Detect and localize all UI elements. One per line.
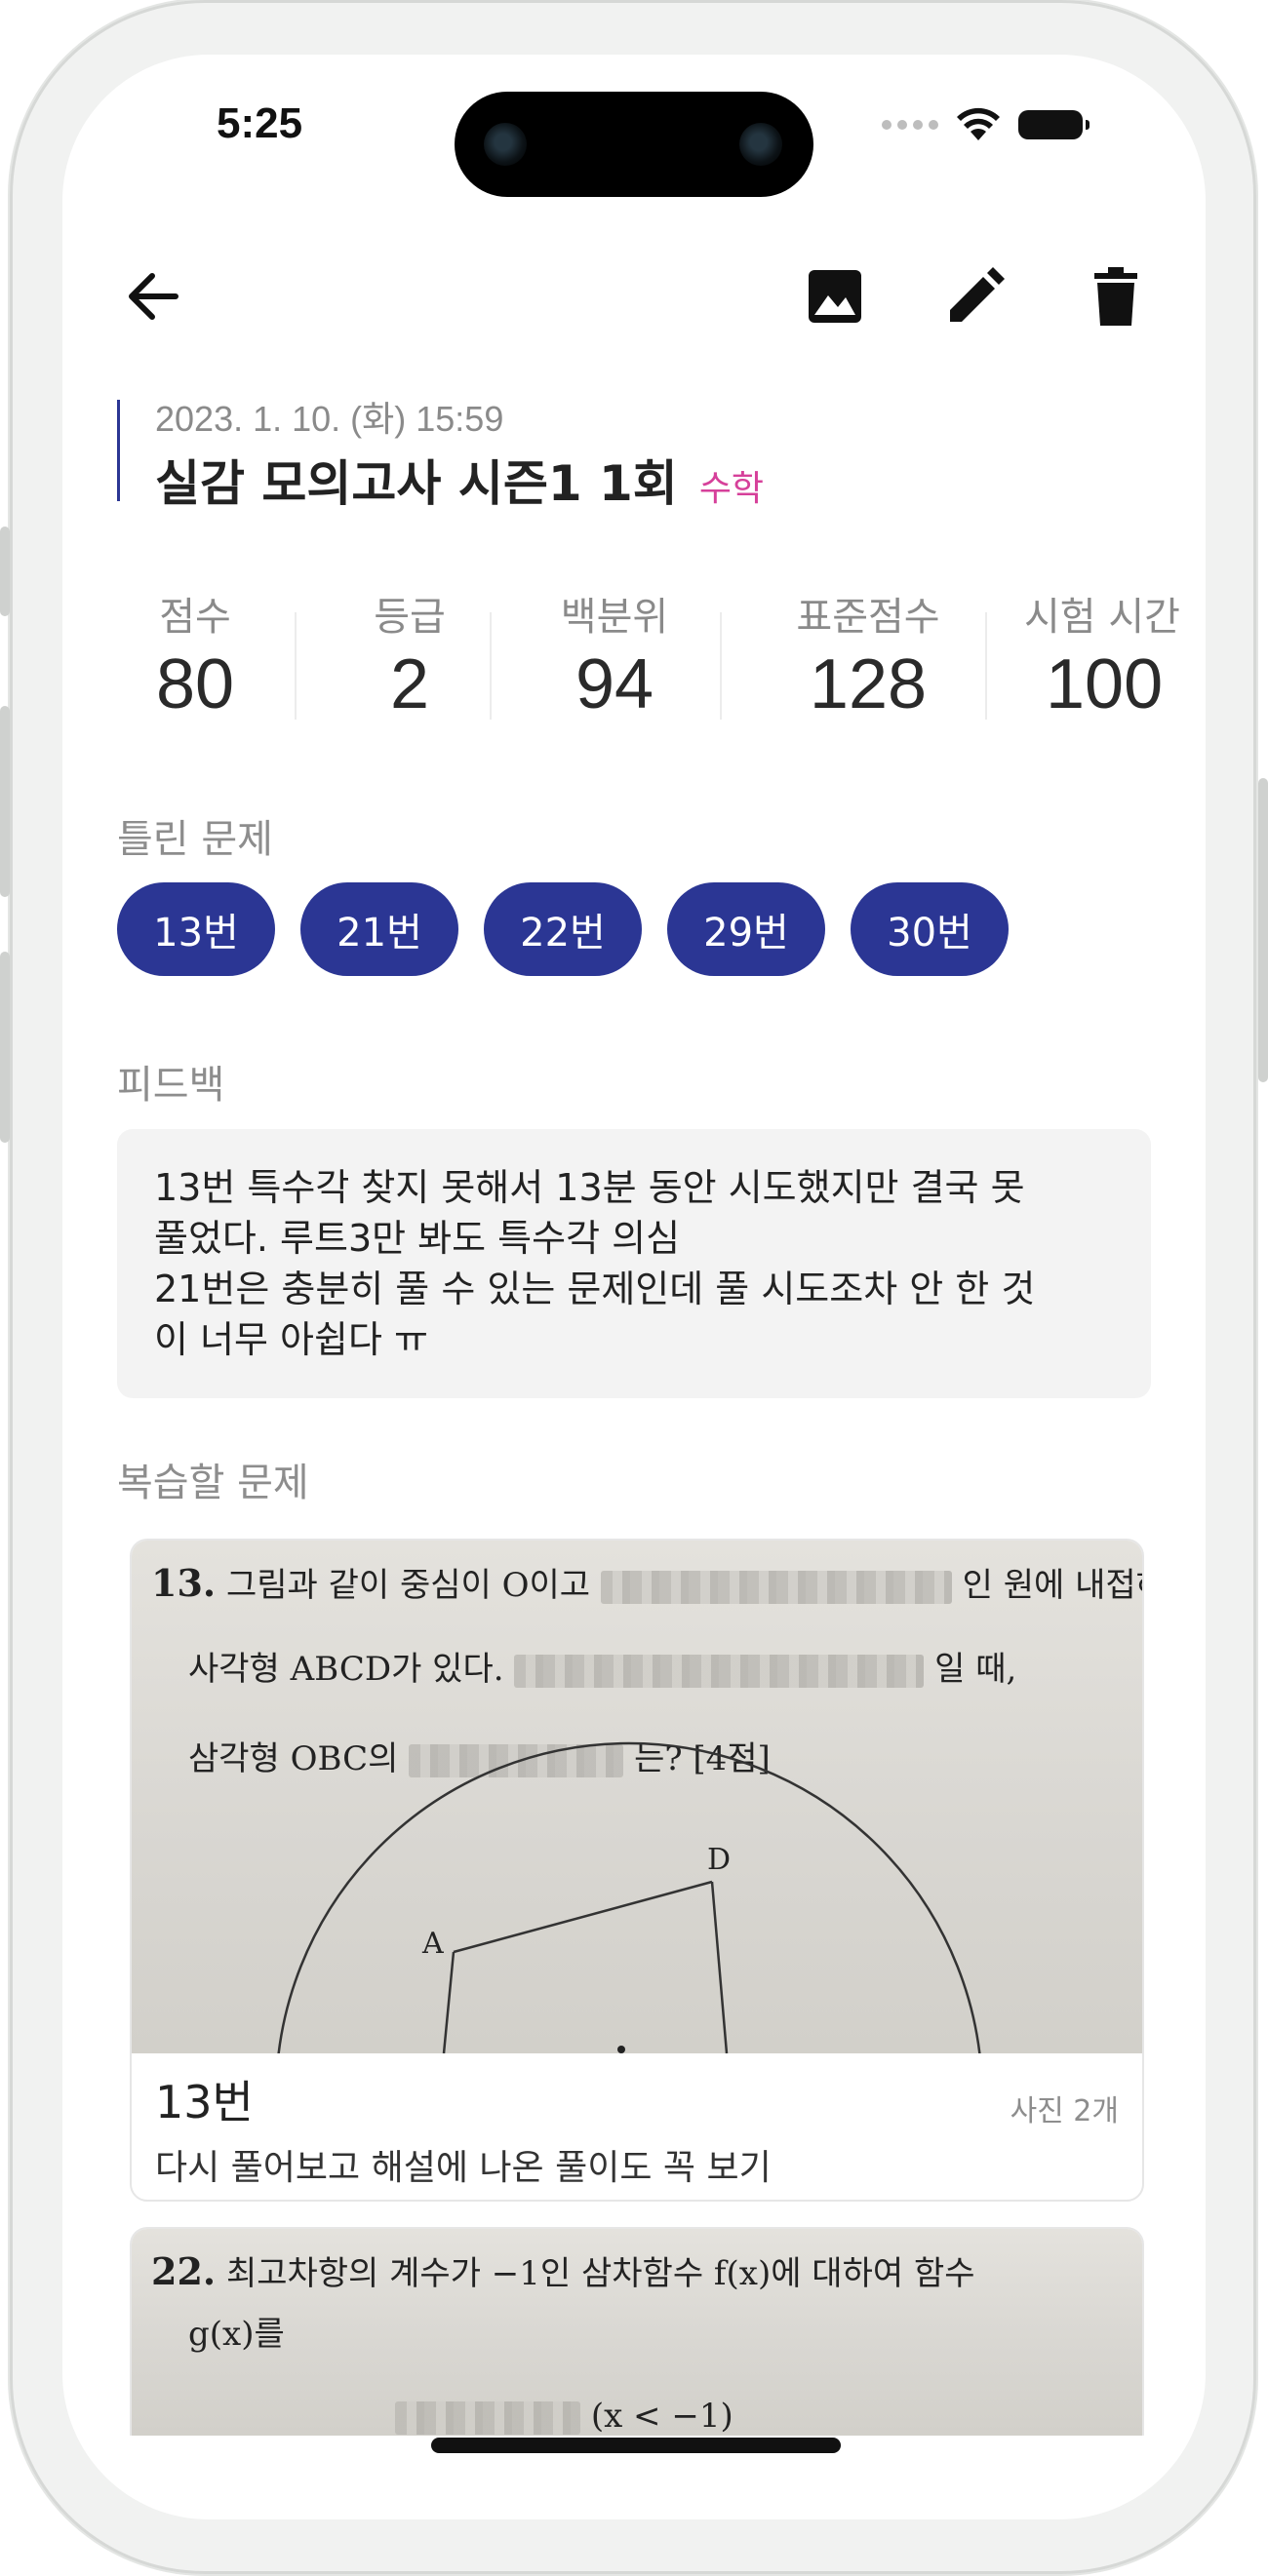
divider	[490, 612, 492, 720]
image-icon	[809, 270, 861, 323]
status-time: 5:25	[217, 99, 303, 147]
review-problems-label: 복습할 문제	[117, 1461, 309, 1505]
feedback-line: 이 너무 아쉽다 ㅠ	[154, 1318, 428, 1361]
stat-percentile: 백분위 94	[507, 585, 722, 723]
side-button-power	[1258, 778, 1268, 1082]
card-problem-number: 13번	[155, 2076, 254, 2128]
wrong-problem-chip[interactable]: 13번	[117, 882, 275, 976]
exam-title: 실감 모의고사 시즌1 1회	[155, 455, 678, 512]
status-indicators	[882, 105, 1090, 144]
stat-label: 등급	[374, 595, 446, 640]
stat-label: 점수	[159, 595, 231, 640]
problem-photo[interactable]: 22. 최고차항의 계수가 −1인 삼차함수 f(x)에 대하여 함수 g(x)…	[132, 2229, 1142, 2436]
side-button-volume-down	[0, 952, 10, 1143]
divider	[985, 612, 987, 720]
pencil-icon	[950, 267, 1005, 322]
side-button-volume-up	[0, 706, 10, 897]
stat-label: 백분위	[560, 595, 669, 640]
stat-score: 점수 80	[117, 585, 273, 723]
photo-button[interactable]	[798, 259, 872, 333]
question-number: 22.	[151, 2249, 217, 2293]
wrong-problem-chip[interactable]: 22번	[484, 882, 642, 976]
card-photo-count: 사진 2개	[1010, 2094, 1119, 2128]
wifi-icon	[957, 107, 1000, 140]
problem-photo[interactable]: 13. 그림과 같이 중심이 O이고 인 원에 내접하는 사각형 ABCD가 있…	[132, 1541, 1142, 2053]
camera-icon	[484, 123, 527, 166]
review-card[interactable]: 22. 최고차항의 계수가 −1인 삼차함수 f(x)에 대하여 함수 g(x)…	[130, 2227, 1144, 2436]
wrong-problem-chip[interactable]: 21번	[300, 882, 458, 976]
feedback-line: 풀었다. 루트3만 봐도 특수각 의심	[154, 1217, 681, 1260]
back-button[interactable]	[115, 259, 189, 333]
review-card[interactable]: 13. 그림과 같이 중심이 O이고 인 원에 내접하는 사각형 ABCD가 있…	[130, 1539, 1144, 2202]
stat-standard-score: 표준점수 128	[741, 585, 995, 723]
wrong-problem-chip[interactable]: 30번	[851, 882, 1009, 976]
photo-text: (x < −1)	[590, 2397, 733, 2436]
stat-value: 94	[575, 645, 654, 723]
divider	[295, 612, 297, 720]
signal-icon	[882, 120, 938, 130]
battery-icon	[1018, 110, 1090, 139]
stat-grade: 등급 2	[312, 585, 507, 723]
photo-text: 최고차항의 계수가 −1인 삼차함수 f(x)에 대하여 함수	[225, 2254, 975, 2293]
score-stats: 점수 80 등급 2 백분위 94 표준점수 128 시험 시간 100	[117, 585, 1205, 731]
feedback-line: 13번 특수각 찾지 못해서 13분 동안 시도했지만 결국 못	[154, 1166, 1025, 1209]
feedback-label: 피드백	[117, 1063, 225, 1108]
point-label-d: D	[707, 1843, 732, 1877]
wrong-problem-chips: 13번 21번 22번 29번 30번	[117, 882, 1009, 976]
stat-value: 2	[389, 645, 430, 723]
stat-label: 표준점수	[796, 595, 940, 640]
stat-value: 128	[809, 645, 928, 723]
stat-label: 시험 시간	[1024, 595, 1180, 640]
card-footer: 13번 사진 2개 다시 풀어보고 해설에 나온 풀이도 꼭 보기	[132, 2053, 1142, 2200]
card-note: 다시 풀어보고 해설에 나온 풀이도 꼭 보기	[155, 2148, 772, 2188]
sensor-icon	[739, 123, 782, 166]
side-button-mute	[0, 527, 10, 616]
divider	[720, 612, 722, 720]
edit-button[interactable]	[938, 259, 1012, 333]
exam-header: 2023. 1. 10. (화) 15:59 실감 모의고사 시즌1 1회 수학	[117, 399, 1092, 512]
stat-value: 100	[1046, 645, 1164, 723]
delete-button[interactable]	[1079, 259, 1153, 333]
wrong-problem-chip[interactable]: 29번	[667, 882, 825, 976]
point-label-a: A	[422, 1927, 444, 1961]
wrong-problems-label: 틀린 문제	[117, 817, 273, 862]
subject-tag: 수학	[698, 469, 765, 509]
home-indicator[interactable]	[431, 2438, 841, 2453]
arrow-left-icon	[129, 273, 178, 320]
feedback-box: 13번 특수각 찾지 못해서 13분 동안 시도했지만 결국 못 풀었다. 루트…	[117, 1129, 1151, 1398]
feedback-line: 21번은 충분히 풀 수 있는 문제인데 풀 시도조차 안 한 것	[154, 1268, 1036, 1310]
dynamic-island	[455, 92, 813, 197]
photo-text: g(x)를	[188, 2315, 285, 2354]
geometry-figure	[277, 1741, 981, 2053]
blurred-text	[395, 2401, 580, 2435]
stat-exam-time: 시험 시간 100	[1024, 585, 1205, 723]
exam-date: 2023. 1. 10. (화) 15:59	[155, 399, 504, 439]
stat-value: 80	[155, 645, 235, 723]
trash-icon	[1094, 267, 1137, 326]
